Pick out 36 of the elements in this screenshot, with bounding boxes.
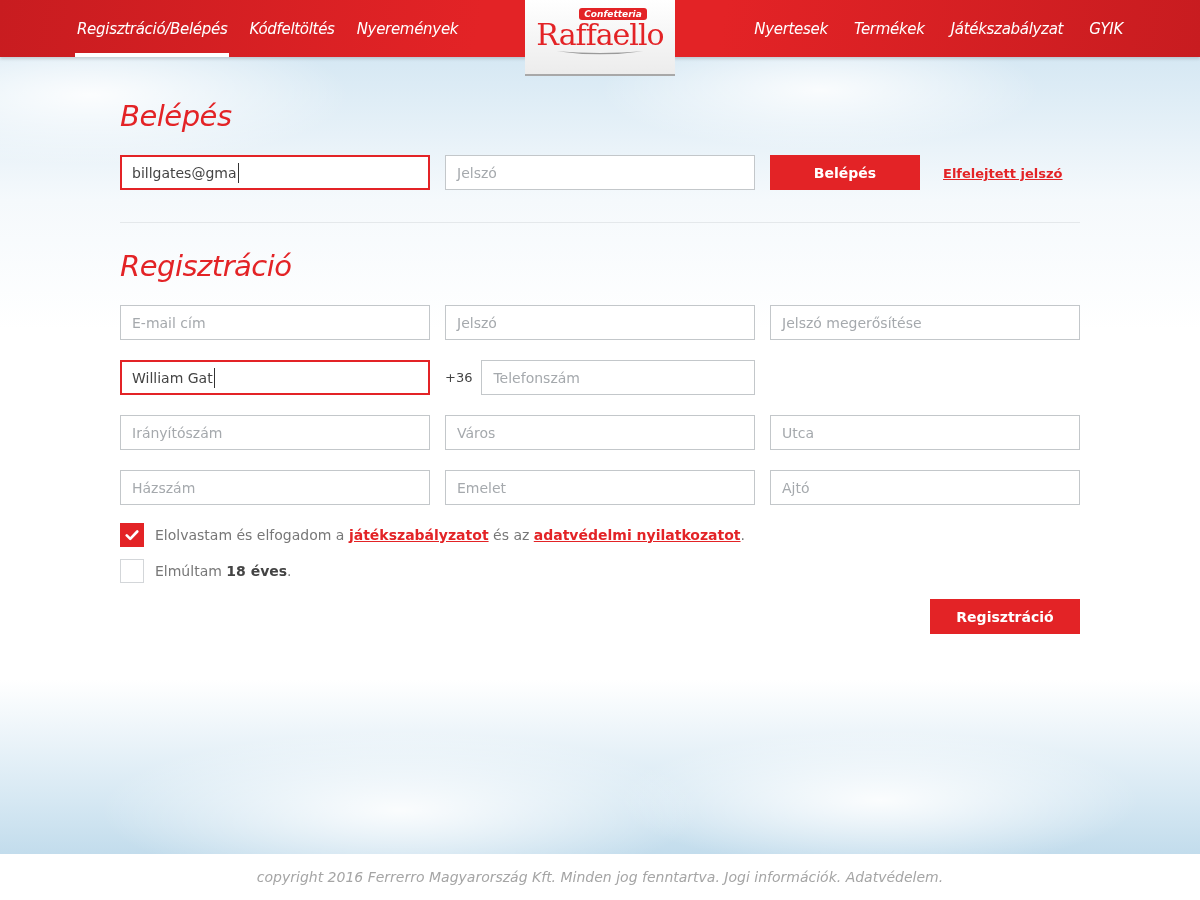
consent-text: Elmúltam 18 éves. xyxy=(155,563,292,579)
input-field[interactable]: Ajtó xyxy=(770,470,1080,505)
nav-link[interactable]: Termékek xyxy=(851,0,927,57)
input-field[interactable]: Emelet xyxy=(445,470,755,505)
input-field[interactable]: Város xyxy=(445,415,755,450)
input-field[interactable]: Jelszó xyxy=(445,155,755,190)
forgot-password-link[interactable]: Elfelejtett jelszó xyxy=(943,166,1063,181)
input-field[interactable]: Jelszó xyxy=(445,305,755,340)
login-button[interactable]: Belépés xyxy=(770,155,920,190)
logo-wordmark: Raffaello xyxy=(536,20,664,50)
nav-link[interactable]: Regisztráció/Belépés xyxy=(75,0,230,57)
input-field[interactable]: E-mail cím xyxy=(120,305,430,340)
nav-link[interactable]: Kódfeltöltés xyxy=(247,0,337,57)
input-field[interactable]: Irányítószám xyxy=(120,415,430,450)
input-field[interactable]: Telefonszám xyxy=(481,360,755,395)
section-heading: Belépés xyxy=(120,99,233,133)
logo[interactable]: Confetteria Raffaello xyxy=(525,0,675,76)
nav-link[interactable]: GYIK xyxy=(1087,0,1125,57)
consent-text: Elolvastam és elfogadom a játékszabályzatot és az adatvédelmi nyilatkozatot. xyxy=(155,527,745,543)
checkbox[interactable] xyxy=(120,523,144,547)
nav-link[interactable]: Nyertesek xyxy=(752,0,830,57)
section-heading: Regisztráció xyxy=(120,249,293,283)
input-field[interactable]: William Gat xyxy=(120,360,430,395)
register-button[interactable]: Regisztráció xyxy=(930,599,1080,634)
input-field[interactable]: Házszám xyxy=(120,470,430,505)
input-field[interactable]: billgates@gma xyxy=(120,155,430,190)
copyright-text: copyright 2016 Ferrerro Magyarország Kft. Minden jog fenntartva. Jogi információk. Adatvédelem. xyxy=(256,869,944,885)
nav-link[interactable]: Játékszabályzat xyxy=(948,0,1066,57)
nav-link[interactable]: Nyeremények xyxy=(354,0,461,57)
input-field[interactable]: Utca xyxy=(770,415,1080,450)
terms-link[interactable]: játékszabályzatot xyxy=(348,527,489,543)
terms-link[interactable]: adatvédelmi nyilatkozatot xyxy=(533,527,741,543)
input-field[interactable]: Jelszó megerősítése xyxy=(770,305,1080,340)
logo-badge: Confetteria xyxy=(579,8,647,20)
phone-prefix: +36 xyxy=(445,370,473,385)
checkmark-icon xyxy=(125,528,139,542)
